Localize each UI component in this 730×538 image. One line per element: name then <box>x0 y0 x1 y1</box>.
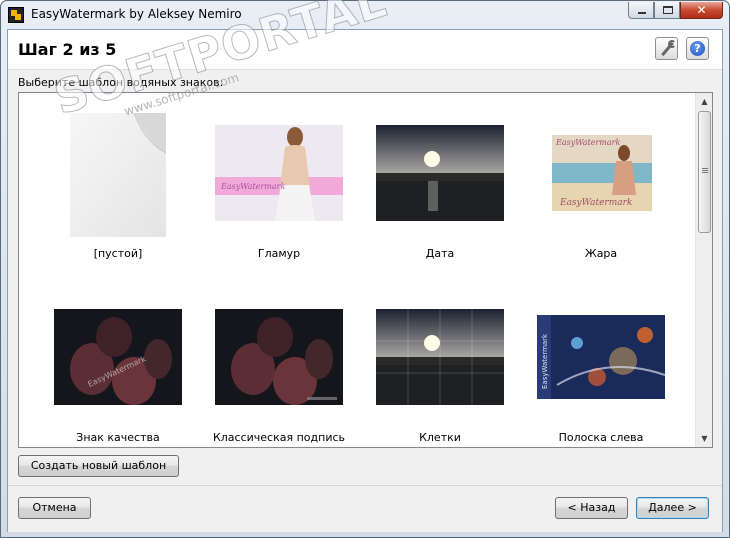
window-title: EasyWatermark by Aleksey Nemiro <box>31 7 242 21</box>
template-tile-grid[interactable]: Клетки <box>360 287 520 447</box>
scroll-down-icon[interactable]: ▼ <box>696 430 712 447</box>
template-grid: [пустой] EasyWatermark Гламур Дата EasyW… <box>19 93 694 447</box>
thumb-watermark-text: EasyWatermark <box>559 198 632 208</box>
gallery-scrollbar[interactable]: ▲ ▼ <box>695 93 712 447</box>
scrollbar-thumb[interactable] <box>698 111 711 233</box>
template-label: Жара <box>584 247 618 260</box>
title-bar[interactable]: EasyWatermark by Aleksey Nemiro ✕ <box>1 1 729 29</box>
help-icon: ? <box>690 41 705 56</box>
template-gallery[interactable]: [пустой] EasyWatermark Гламур Дата EasyW… <box>18 92 713 448</box>
template-tile-glamour[interactable]: EasyWatermark Гламур <box>199 103 359 278</box>
grip-icon <box>702 168 708 169</box>
template-thumbnail: EasyWatermark EasyWatermark <box>552 135 652 211</box>
template-label: Гламур <box>257 247 301 260</box>
caption-buttons: ✕ <box>628 2 723 19</box>
template-thumbnail <box>376 309 504 405</box>
close-button[interactable]: ✕ <box>680 2 723 19</box>
template-tile-empty[interactable]: [пустой] <box>38 103 198 278</box>
maximize-button[interactable] <box>654 2 680 19</box>
back-button[interactable]: < Назад <box>555 497 628 519</box>
app-logo-icon <box>8 7 24 23</box>
template-label: Классическая подпись <box>212 431 346 444</box>
template-label: Клетки <box>419 431 461 444</box>
template-thumbnail <box>215 309 343 405</box>
scroll-up-icon[interactable]: ▲ <box>696 93 712 110</box>
minimize-button[interactable] <box>628 2 654 19</box>
template-thumbnail: EasyWatermark <box>537 315 665 399</box>
template-tile-date[interactable]: Дата <box>360 103 520 278</box>
close-icon: ✕ <box>696 3 707 17</box>
template-thumbnail <box>70 113 166 237</box>
template-thumbnail: EasyWatermark <box>54 309 182 405</box>
wizard-footer: Отмена < Назад Далее > <box>8 486 722 532</box>
app-window: EasyWatermark by Aleksey Nemiro ✕ Шаг 2 … <box>0 0 730 538</box>
maximize-icon <box>663 6 673 14</box>
template-tile-quality-mark[interactable]: EasyWatermark Знак качества <box>38 287 198 447</box>
template-label: Полоска слева <box>558 431 644 444</box>
template-label: Дата <box>425 247 455 260</box>
template-thumbnail: EasyWatermark <box>215 125 343 221</box>
settings-button[interactable] <box>655 37 678 60</box>
template-label: [пустой] <box>93 247 143 260</box>
template-tile-heat[interactable]: EasyWatermark EasyWatermark Жара <box>521 103 681 278</box>
template-label: Знак качества <box>76 431 160 444</box>
thumb-watermark-text: EasyWatermark <box>220 182 285 191</box>
template-tile-classic-signature[interactable]: Классическая подпись <box>199 287 359 447</box>
template-thumbnail <box>376 125 504 221</box>
page-title: Шаг 2 из 5 <box>18 40 117 59</box>
minimize-icon <box>638 12 646 14</box>
next-button[interactable]: Далее > <box>636 497 709 519</box>
wizard-client-area: Шаг 2 из 5 ? Выберите шаблон водяных зна… <box>7 29 723 532</box>
thumb-watermark-text: EasyWatermark <box>555 138 620 147</box>
wizard-header: Шаг 2 из 5 ? <box>8 30 722 70</box>
thumb-watermark-text: EasyWatermark <box>541 333 549 389</box>
cancel-button[interactable]: Отмена <box>18 497 91 519</box>
create-template-button[interactable]: Создать новый шаблон <box>18 455 179 477</box>
help-button[interactable]: ? <box>686 37 709 60</box>
template-tile-left-stripe[interactable]: EasyWatermark Полоска слева <box>521 287 681 447</box>
template-prompt-label: Выберите шаблон водяных знаков: <box>18 76 224 89</box>
